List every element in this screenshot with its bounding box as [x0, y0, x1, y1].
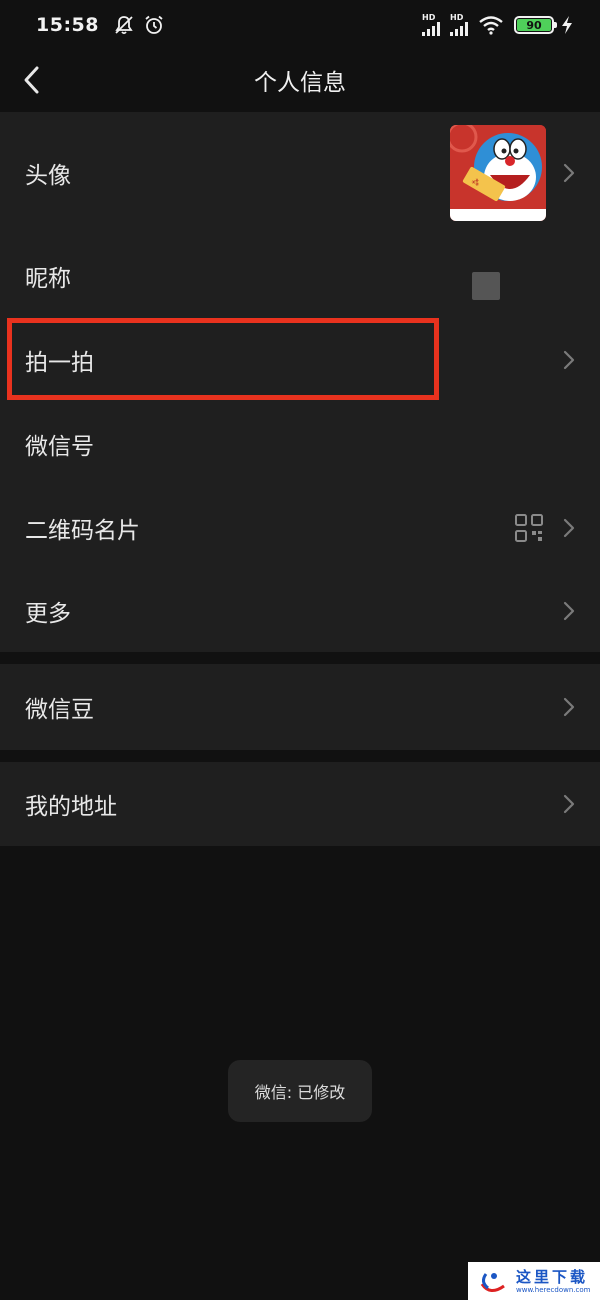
row-label: 微信豆 [25, 697, 94, 723]
watermark-logo-icon [480, 1273, 505, 1292]
page-title: 个人信息 [254, 70, 346, 96]
signal-hd-label: HD [422, 13, 436, 22]
watermark: 这里下载 www.herecdown.com [468, 1262, 600, 1300]
avatar[interactable]: ⁂ [450, 125, 546, 221]
address-group: 我的地址 [0, 762, 600, 846]
status-right-icons: HD HD 90 [422, 14, 574, 36]
signal-hd-label: HD [450, 13, 464, 22]
row-label: 昵称 [25, 266, 71, 292]
notification-muted-icon [115, 16, 133, 35]
row-qr-card[interactable]: 二维码名片 [0, 486, 600, 570]
nickname-value [472, 272, 500, 300]
status-left-icons [113, 14, 165, 36]
row-wechat-beans[interactable]: 微信豆 [0, 664, 600, 750]
battery-level: 90 [517, 19, 551, 32]
chevron-right-icon [563, 697, 575, 717]
profile-group: 头像 ⁂ 昵称 拍一拍 微信号 二维码名片 更多 [0, 112, 600, 652]
row-wechat-id[interactable]: 微信号 [0, 402, 600, 486]
row-pat[interactable]: 拍一拍 [0, 318, 600, 402]
charging-icon [562, 16, 572, 34]
nav-bar: 个人信息 [0, 50, 600, 110]
alarm-icon [145, 15, 163, 34]
wechat-beans-group: 微信豆 [0, 664, 600, 750]
toast: 微信: 已修改 [228, 1060, 372, 1122]
row-more[interactable]: 更多 [0, 570, 600, 652]
toast-text: 微信: 已修改 [254, 1083, 346, 1102]
row-nickname[interactable]: 昵称 [0, 234, 600, 318]
row-label: 拍一拍 [25, 350, 94, 376]
battery-icon: 90 [514, 16, 557, 34]
chevron-left-icon[interactable] [18, 62, 48, 98]
signal-icon: HD [422, 14, 444, 36]
row-label: 头像 [25, 163, 71, 189]
row-label: 微信号 [25, 434, 94, 460]
watermark-title: 这里下载 [516, 1267, 589, 1286]
row-my-address[interactable]: 我的地址 [0, 762, 600, 846]
row-label: 更多 [25, 601, 71, 627]
qr-code-icon [515, 514, 543, 542]
wifi-icon [479, 16, 503, 35]
chevron-right-icon [563, 350, 575, 370]
chevron-right-icon [563, 518, 575, 538]
row-label: 二维码名片 [25, 518, 140, 544]
doraemon-avatar-image: ⁂ [450, 125, 546, 221]
signal-icon: HD [450, 14, 472, 36]
row-avatar[interactable]: 头像 ⁂ [0, 112, 600, 234]
status-bar: 15:58 HD HD 90 [0, 0, 600, 50]
chevron-right-icon [563, 794, 575, 814]
status-time: 15:58 [36, 14, 99, 36]
row-label: 我的地址 [25, 794, 117, 820]
watermark-url: www.herecdown.com [516, 1285, 591, 1294]
chevron-right-icon [563, 163, 575, 183]
chevron-right-icon [563, 601, 575, 621]
